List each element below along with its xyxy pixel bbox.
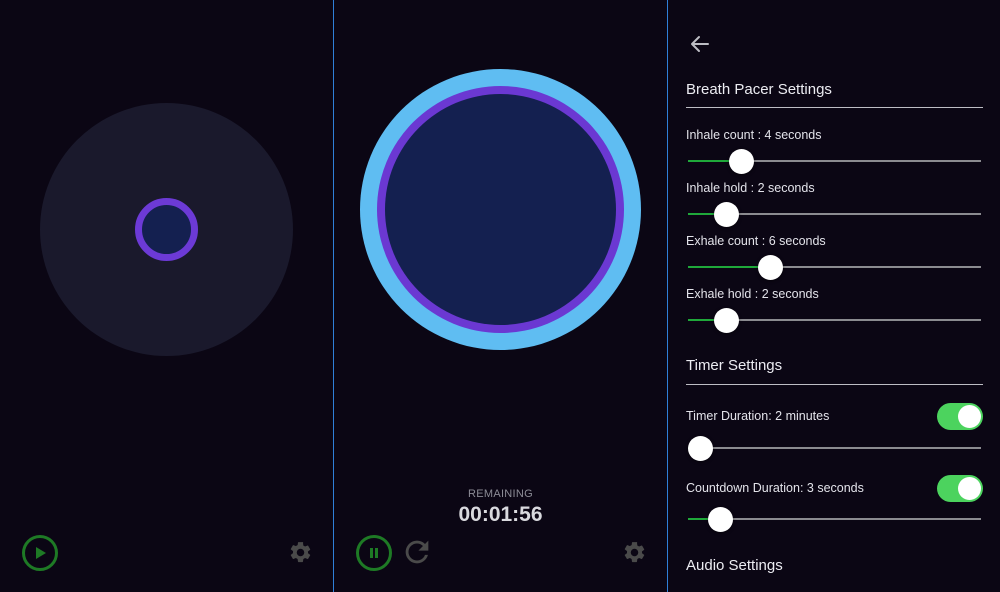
slider-thumb[interactable] [707,507,733,532]
pause-icon [370,548,378,558]
play-icon [36,547,46,559]
timer-duration-label: Timer Duration: 2 minutes [686,409,830,423]
exhale-hold-slider[interactable] [688,306,981,334]
toggle-knob [958,405,981,428]
restart-button[interactable] [400,535,434,574]
settings-button[interactable] [288,540,313,570]
slider-thumb[interactable] [713,202,739,227]
countdown-duration-label: Countdown Duration: 3 seconds [686,481,864,495]
restart-icon [405,540,429,564]
timer-section-title: Timer Settings [686,357,783,374]
section-divider [686,107,983,108]
timer-duration-slider[interactable] [688,434,981,462]
exhale-count-label: Exhale count : 6 seconds [686,234,826,248]
play-button[interactable] [22,535,58,571]
exhale-hold-label: Exhale hold : 2 seconds [686,287,819,301]
inhale-hold-label: Inhale hold : 2 seconds [686,181,815,195]
gear-icon [290,542,311,563]
slider-thumb[interactable] [713,308,739,333]
slider-thumb[interactable] [757,255,783,280]
inhale-count-slider[interactable] [688,147,981,175]
slider-thumb[interactable] [688,436,713,461]
inhale-count-label: Inhale count : 4 seconds [686,128,822,142]
pause-button[interactable] [356,535,392,571]
section-divider [686,384,983,385]
breath-pacer-section-title: Breath Pacer Settings [686,81,832,98]
idle-screen [0,0,333,592]
audio-section-title: Audio Settings [686,557,783,574]
toggle-knob [958,477,981,500]
countdown-duration-toggle[interactable] [937,475,983,502]
inhale-hold-slider[interactable] [688,200,981,228]
gear-icon [624,542,645,563]
slider-track [688,447,981,449]
remaining-label: REMAINING [467,488,534,500]
settings-screen: Breath Pacer Settings Inhale count : 4 s… [668,0,1000,592]
countdown-duration-slider[interactable] [688,505,981,533]
remaining-time: 00:01:56 [458,503,543,526]
arrow-left-icon [691,36,709,52]
session-screen: REMAINING 00:01:56 [334,0,667,592]
back-button[interactable] [688,32,712,61]
exhale-count-slider[interactable] [688,253,981,281]
breath-indicator-ring [135,198,198,261]
timer-duration-toggle[interactable] [937,403,983,430]
slider-thumb[interactable] [728,149,754,174]
settings-button[interactable] [622,540,647,570]
breath-core-disc [385,94,616,325]
